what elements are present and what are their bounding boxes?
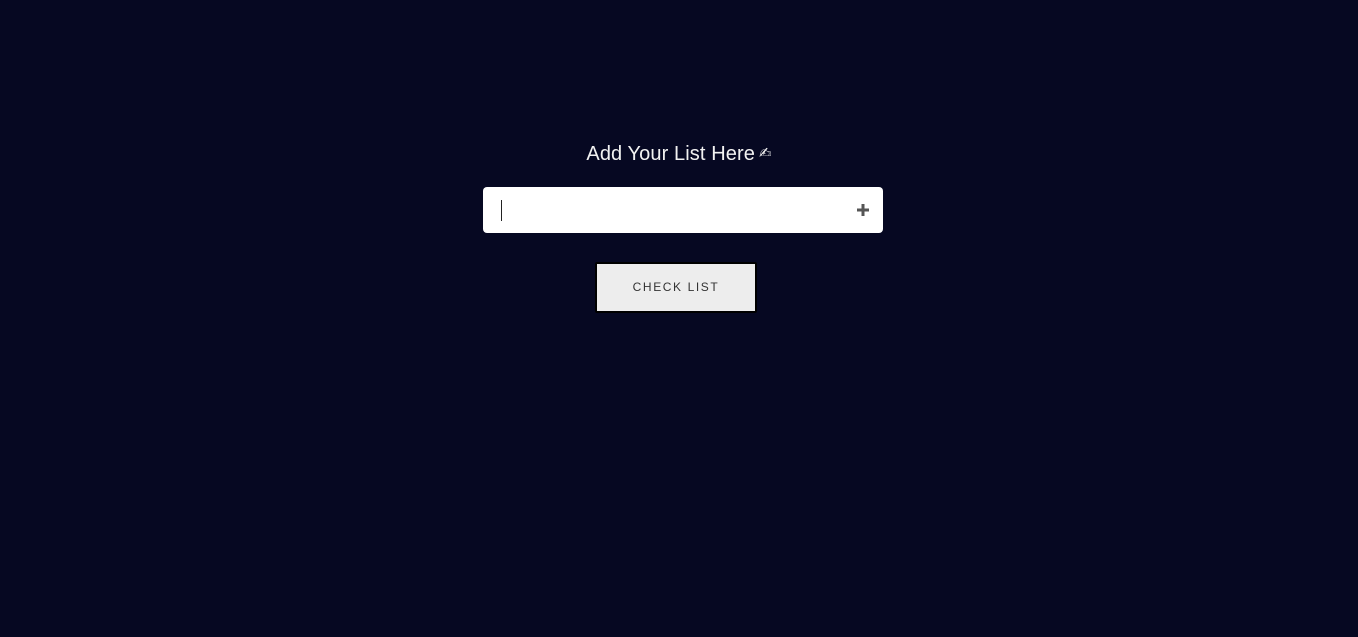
- text-caret: [501, 200, 502, 221]
- check-list-button[interactable]: CHECK LIST: [595, 262, 757, 313]
- list-input-container: [483, 187, 883, 233]
- page: Add Your List Here ✍ CHECK LIST: [0, 0, 1358, 637]
- writing-hand-icon: ✍: [758, 145, 772, 162]
- plus-icon[interactable]: [856, 203, 870, 217]
- list-item-input[interactable]: [499, 195, 839, 225]
- page-title: Add Your List Here ✍: [0, 140, 1358, 168]
- page-title-text: Add Your List Here: [586, 143, 755, 165]
